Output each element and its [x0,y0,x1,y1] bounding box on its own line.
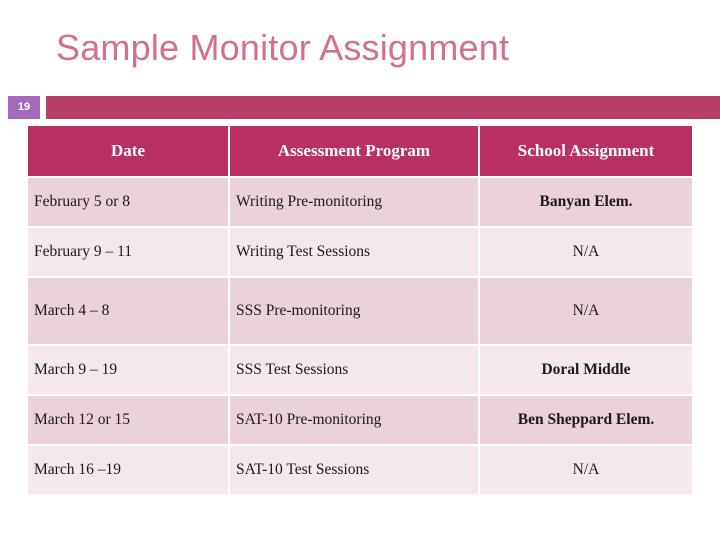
table-row: March 4 – 8 SSS Pre-monitoring N/A [28,278,692,344]
page-title: Sample Monitor Assignment [56,27,510,68]
table-row: March 12 or 15 SAT-10 Pre-monitoring Ben S… [28,396,692,444]
table-header-row: Date Assessment Program School Assignmen… [28,126,692,176]
cell-date: March 9 – 19 [28,346,228,394]
table-row: March 9 – 19 SSS Test Sessions Doral Middl… [28,346,692,394]
cell-assessment-program: SAT-10 Pre-monitoring [230,396,478,444]
cell-date: March 12 or 15 [28,396,228,444]
column-header-date: Date [28,126,228,176]
slide-number-badge: 19 [8,96,40,119]
table-body: February 5 or 8 Writing Pre-monitoring Ban… [28,178,692,494]
column-header-school: School Assignment [480,126,692,176]
cell-assessment-program: SSS Test Sessions [230,346,478,394]
column-header-program: Assessment Program [230,126,478,176]
cell-school-assignment: N/A [480,228,692,276]
cell-assessment-program: SSS Pre-monitoring [230,278,478,344]
header-accent-bar [46,96,720,119]
cell-school-assignment: Banyan Elem. [480,178,692,226]
header-band: 19 [0,96,720,119]
table-row: March 16 –19 SAT-10 Test Sessions N/A [28,446,692,494]
table-row: February 9 – 11 Writing Test Sessions N/A [28,228,692,276]
cell-school-assignment: Ben Sheppard Elem. [480,396,692,444]
table-row: February 5 or 8 Writing Pre-monitoring Ban… [28,178,692,226]
cell-date: March 16 –19 [28,446,228,494]
cell-date: February 5 or 8 [28,178,228,226]
cell-assessment-program: SAT-10 Test Sessions [230,446,478,494]
cell-date: February 9 – 11 [28,228,228,276]
monitor-assignment-table: Date Assessment Program School Assignmen… [26,124,694,496]
cell-assessment-program: Writing Pre-monitoring [230,178,478,226]
cell-date: March 4 – 8 [28,278,228,344]
cell-school-assignment: Doral Middle [480,346,692,394]
cell-assessment-program: Writing Test Sessions [230,228,478,276]
cell-school-assignment: N/A [480,446,692,494]
cell-school-assignment: N/A [480,278,692,344]
